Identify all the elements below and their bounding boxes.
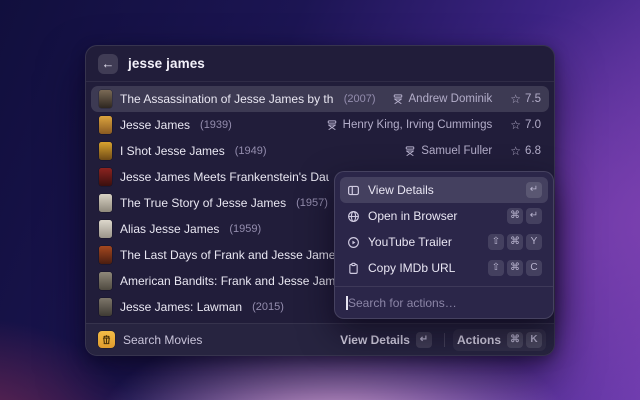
search-query[interactable]: jesse james [128, 56, 205, 71]
status-bar: Search Movies View Details ↵ Actions ⌘K [86, 323, 554, 355]
movie-poster [99, 142, 112, 160]
movie-year: (2007) [344, 93, 376, 105]
shortcut-keys: ⌘↵ [507, 208, 542, 224]
star-icon: ☆ [510, 92, 521, 106]
movie-poster [99, 168, 112, 186]
movie-title: American Bandits: Frank and Jesse James [120, 274, 348, 288]
movie-title: The True Story of Jesse James [120, 196, 286, 210]
movie-title: I Shot Jesse James [120, 144, 225, 158]
movie-result-row[interactable]: I Shot Jesse James (1949) Samuel Fuller ☆ 6.… [91, 138, 549, 164]
return-key-hint: ↵ [416, 332, 432, 348]
menu-item-label: Open in Browser [368, 209, 457, 223]
director: Andrew Dominik [392, 93, 493, 105]
shortcut-keys: ⇧⌘Y [488, 234, 542, 250]
movie-title: Jesse James [120, 118, 190, 132]
popcorn-app-icon [98, 331, 115, 348]
actions-menu: View Details↵Open in Browser⌘↵YouTube Tr… [334, 171, 554, 319]
rating-value: 7.5 [525, 93, 541, 105]
play-circle-icon [346, 235, 360, 249]
movie-year: (1959) [229, 223, 261, 235]
movie-year: (1957) [296, 197, 328, 209]
key-cap: K [526, 332, 542, 348]
movie-result-row[interactable]: Jesse James (1939) Henry King, Irving Cumm… [91, 112, 549, 138]
movie-title: Jesse James Meets Frankenstein's Daughte… [120, 170, 329, 184]
launcher-window: ← jesse james The Assassination of Jesse… [85, 45, 555, 356]
actions-button[interactable]: Actions ⌘K [453, 329, 546, 351]
key-cap: ⌘ [507, 260, 523, 276]
shortcut-keys: ↵ [526, 182, 542, 198]
key-cap: ↵ [526, 182, 542, 198]
star-icon: ☆ [510, 118, 521, 132]
key-cap: ⇧ [488, 260, 504, 276]
director-chair-icon [392, 93, 404, 105]
key-cap: ⌘ [507, 234, 523, 250]
director-name: Samuel Fuller [421, 145, 492, 157]
director-name: Henry King, Irving Cummings [343, 119, 493, 131]
director-name: Andrew Dominik [409, 93, 493, 105]
movie-poster [99, 116, 112, 134]
movie-title: The Assassination of Jesse James by the … [120, 92, 334, 106]
movie-year: (1949) [235, 145, 267, 157]
text-caret [346, 296, 348, 310]
key-cap: ↵ [526, 208, 542, 224]
movie-poster [99, 90, 112, 108]
rating-value: 7.0 [525, 119, 541, 131]
movie-poster [99, 220, 112, 238]
movie-title: Jesse James: Lawman [120, 300, 242, 314]
rating-value: 6.8 [525, 145, 541, 157]
primary-action-button[interactable]: View Details ↵ [336, 329, 436, 351]
back-arrow-icon: ← [102, 56, 115, 71]
app-label: Search Movies [123, 333, 202, 347]
primary-action-label: View Details [340, 333, 410, 347]
movie-title: The Last Days of Frank and Jesse James [120, 248, 341, 262]
key-cap: Y [526, 234, 542, 250]
imdb-rating: ☆ 6.8 [510, 144, 541, 158]
movie-poster [99, 194, 112, 212]
key-cap: ⌘ [507, 208, 523, 224]
key-cap: ⇧ [488, 234, 504, 250]
menu-item-label: YouTube Trailer [368, 235, 452, 249]
imdb-rating: ☆ 7.0 [510, 118, 541, 132]
back-button[interactable]: ← [98, 54, 118, 74]
search-header: ← jesse james [86, 46, 554, 82]
menu-item-open-in-browser[interactable]: Open in Browser ⌘↵ [340, 203, 548, 229]
footer-divider [444, 333, 445, 347]
director-chair-icon [326, 119, 338, 131]
shortcut-keys: ⇧⌘C [488, 260, 542, 276]
actions-menu-items: View Details↵Open in Browser⌘↵YouTube Tr… [340, 177, 548, 281]
director-chair-icon [404, 145, 416, 157]
actions-search-input[interactable] [335, 287, 553, 318]
movie-title: Alias Jesse James [120, 222, 219, 236]
menu-item-label: View Details [368, 183, 434, 197]
movie-year: (2015) [252, 301, 284, 313]
menu-item-label: Copy IMDb URL [368, 261, 455, 275]
director: Henry King, Irving Cummings [326, 119, 493, 131]
actions-label: Actions [457, 333, 501, 347]
globe-icon [346, 209, 360, 223]
movie-poster [99, 246, 112, 264]
movie-poster [99, 298, 112, 316]
clipboard-icon [346, 261, 360, 275]
movie-year: (1939) [200, 119, 232, 131]
key-cap: C [526, 260, 542, 276]
movie-poster [99, 272, 112, 290]
star-icon: ☆ [510, 144, 521, 158]
actions-keys-hint: ⌘K [507, 332, 542, 348]
menu-item-youtube-trailer[interactable]: YouTube Trailer ⇧⌘Y [340, 229, 548, 255]
imdb-rating: ☆ 7.5 [510, 92, 541, 106]
menu-item-copy-imdb-url[interactable]: Copy IMDb URL ⇧⌘C [340, 255, 548, 281]
view-details-icon [346, 183, 360, 197]
movie-result-row[interactable]: The Assassination of Jesse James by the … [91, 86, 549, 112]
actions-search [335, 286, 553, 318]
director: Samuel Fuller [404, 145, 492, 157]
menu-item-view-details[interactable]: View Details ↵ [340, 177, 548, 203]
key-cap: ⌘ [507, 332, 523, 348]
